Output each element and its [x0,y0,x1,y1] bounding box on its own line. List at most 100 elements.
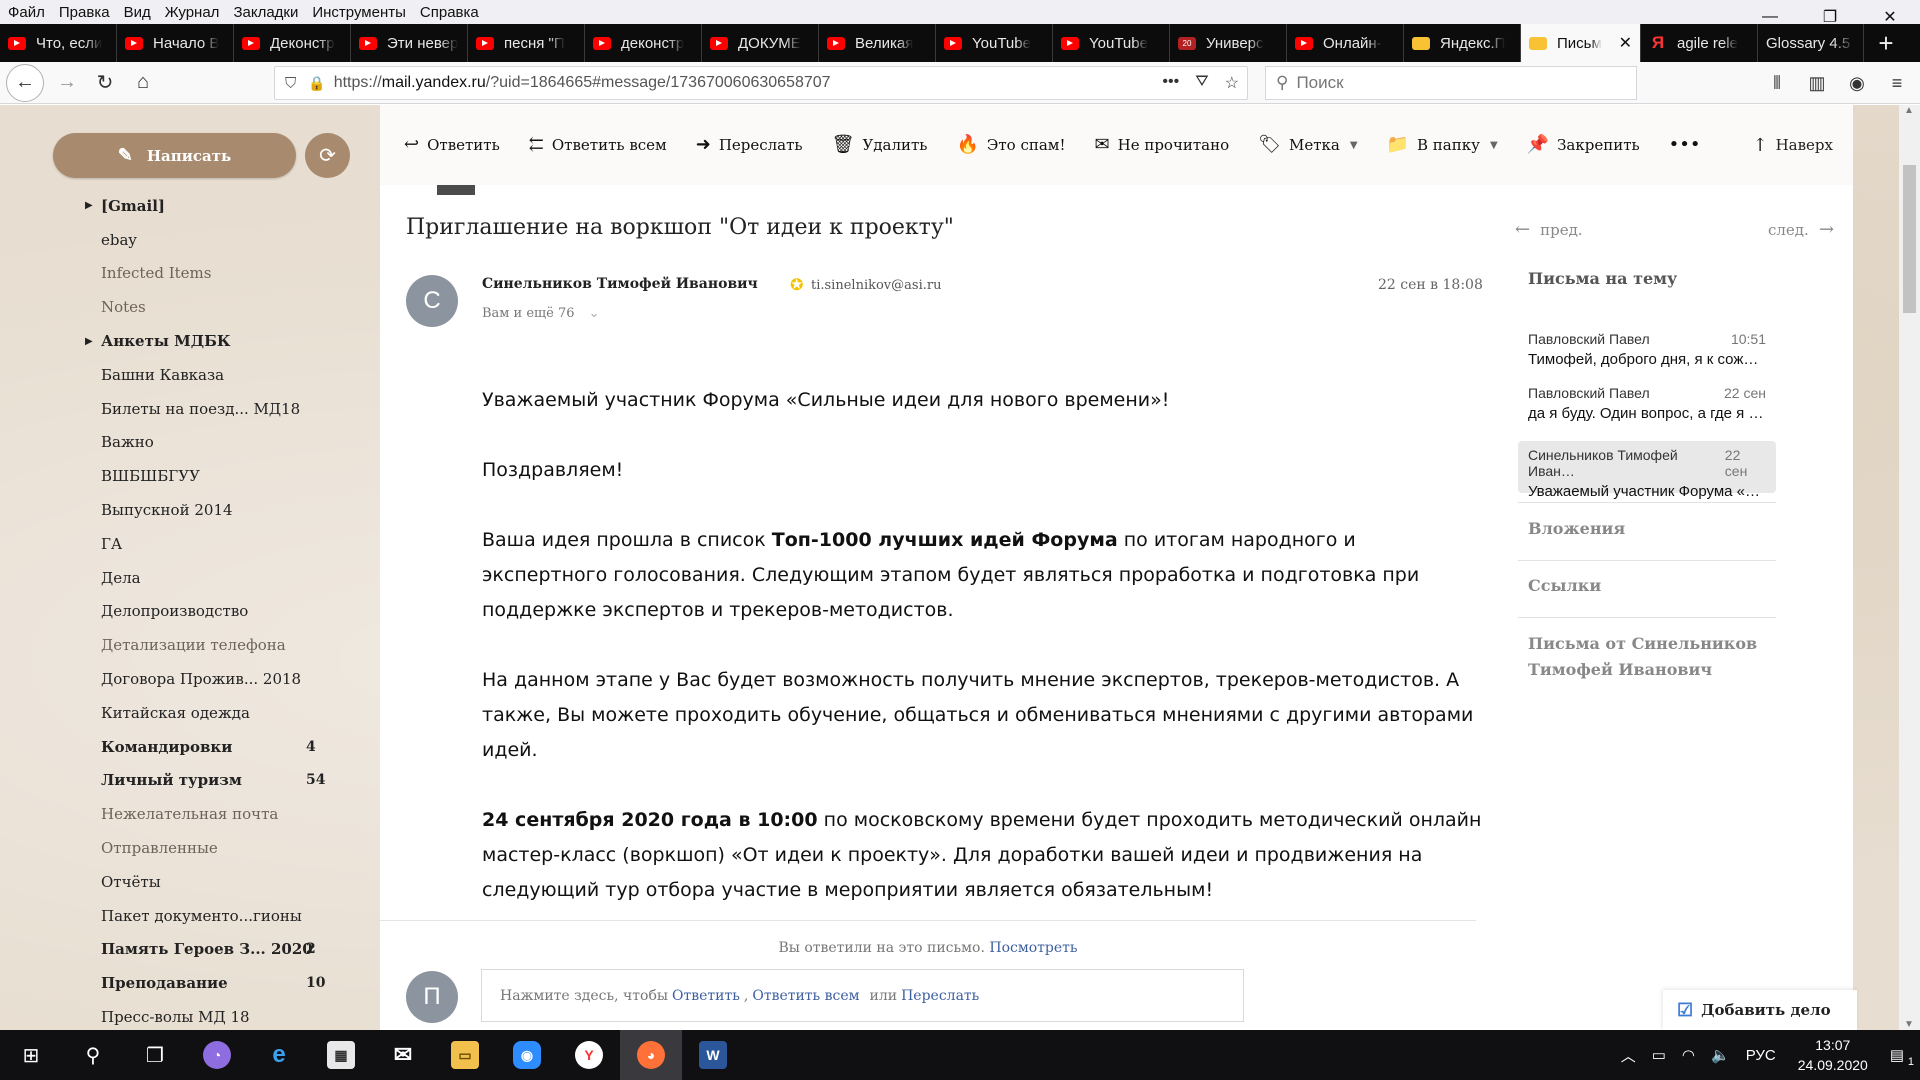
reply-all-link[interactable]: Ответить всем [752,988,859,1004]
folder-item[interactable]: Отправленные [0,831,380,865]
sidebar-icon[interactable]: ▥ [1800,66,1834,100]
folder-item[interactable]: Командировки 4 [0,730,380,764]
folder-item[interactable]: Пакет документо...гионы [0,899,380,933]
thread-item[interactable]: Павловский Павел 10:51 Тимофей, доброго дн… [1518,325,1776,377]
folder-item[interactable]: Делопроизводство [0,595,380,629]
folder-item[interactable]: Договора Прожив... 2018 [0,662,380,696]
close-tab-icon[interactable]: ✕ [1619,33,1632,53]
chevron-up-icon[interactable]: ︿ [1613,1045,1644,1066]
pocket-icon[interactable]: ⛛ [1195,73,1208,93]
hamburger-menu-icon[interactable]: ≡ [1880,66,1914,100]
thread-item[interactable]: Синельников Тимофей Иван… 22 сен Уважаемый… [1518,441,1776,500]
toolbar-spam-button[interactable]: 🔥 Это спам! [956,136,1065,155]
scroll-top-button[interactable]: ↑ Наверх [1752,135,1833,156]
toolbar-folder-button[interactable]: 📁 В папку ▼ [1387,136,1498,155]
reload-button[interactable]: ↻ [88,66,122,100]
browser-tab[interactable]: Письм ✕ [1521,24,1641,62]
search-icon[interactable]: ⚲ [62,1030,124,1080]
browser-tab[interactable]: Что, если [0,24,117,62]
folder-item[interactable]: ГА [0,527,380,561]
url-bar[interactable]: ⛉ 🔒 https://mail.yandex.ru/?uid=1864665#… [274,66,1248,100]
browser-tab[interactable]: YouTube [1053,24,1170,62]
menu-item[interactable]: Правка [52,4,117,21]
caret-right-icon[interactable]: ▶ [85,336,93,347]
zoom-icon[interactable]: ◉ [496,1030,558,1080]
browser-tab[interactable]: 20 Универс [1170,24,1287,62]
folder-item[interactable]: Личный туризм 54 [0,764,380,798]
folder-item[interactable]: Пресс-волы МД 18 [0,1000,380,1030]
folder-item[interactable]: ▶ [Gmail] [0,189,380,223]
recipients-toggle[interactable]: Вам и ещё 76 ⌄ [482,306,600,321]
explorer-icon[interactable]: ▭ [434,1030,496,1080]
prev-message-link[interactable]: ← пред. [1515,219,1583,240]
browser-tab[interactable]: ДОКУМЕ [702,24,819,62]
browser-tab[interactable]: Glossary 4.5 - [1758,24,1864,62]
folder-item[interactable]: Отчёты [0,865,380,899]
folder-item[interactable]: Важно [0,426,380,460]
menu-item[interactable]: Вид [117,4,158,21]
volume-icon[interactable]: 🔈 [1703,1046,1738,1064]
folder-item[interactable]: ВШБШБГУУ [0,459,380,493]
browser-tab[interactable]: песня "П [468,24,585,62]
new-tab-button[interactable]: + [1864,24,1908,62]
browser-tab[interactable]: Яagile rele [1641,24,1758,62]
mail-icon[interactable]: ✉ [372,1030,434,1080]
menu-item[interactable]: Справка [413,4,486,21]
folder-item[interactable]: Выпускной 2014 [0,493,380,527]
start-icon[interactable]: ⊞ [0,1030,62,1080]
home-button[interactable]: ⌂ [126,66,160,100]
notification-icon[interactable]: ▤ 1 [1882,1046,1920,1068]
word-icon[interactable]: W [682,1030,744,1080]
cortana-icon[interactable]: ◔ [186,1030,248,1080]
toolbar-forward-button[interactable]: ➜ Переслать [696,136,803,155]
toolbar-more-button[interactable]: ••• [1669,136,1701,154]
attachments-section[interactable]: Вложения [1528,516,1778,542]
back-button[interactable]: ← [6,63,44,102]
folder-item[interactable]: Билеты на поезд... МД18 [0,392,380,426]
view-reply-link[interactable]: Посмотреть [989,940,1077,956]
store-icon[interactable]: ▦ [310,1030,372,1080]
folder-item[interactable]: ebay [0,223,380,257]
library-icon[interactable]: ⫴ [1760,66,1794,100]
clock[interactable]: 13:07 24.09.2020 [1784,1035,1882,1075]
browser-tab[interactable]: Великая [819,24,936,62]
toolbar-envelope-button[interactable]: ✉ Не прочитано [1095,136,1230,155]
reply-link[interactable]: Ответить [672,988,740,1004]
browser-tab[interactable]: Начало В [117,24,234,62]
scroll-down-icon[interactable]: ▼ [1904,1019,1914,1030]
sender-name[interactable]: Синельников Тимофей Иванович [482,276,758,292]
sender-avatar[interactable]: С [406,275,458,327]
browser-tab[interactable]: Онлайн- [1287,24,1404,62]
folder-item[interactable]: Память Героев З... 2020 2 [0,933,380,967]
toolbar-trash-button[interactable]: 🗑 Удалить [832,136,928,155]
folder-item[interactable]: Китайская одежда [0,696,380,730]
scroll-up-icon[interactable]: ▲ [1904,105,1914,116]
page-actions-icon[interactable]: ••• [1162,73,1179,93]
menu-item[interactable]: Файл [0,4,52,21]
thread-item[interactable]: Павловский Павел 22 сен да я буду. Один во… [1518,379,1776,431]
add-task-button[interactable]: ☑ Добавить дело [1663,990,1857,1030]
folder-item[interactable]: Детализации телефона [0,628,380,662]
folder-item[interactable]: ▶ Анкеты МДБК [0,324,380,358]
sender-email[interactable]: ti.sinelnikov@asi.ru [811,278,941,293]
browser-tab[interactable]: Деконстр [234,24,351,62]
yandex-browser-icon[interactable]: Y [558,1030,620,1080]
folder-item[interactable]: Башни Кавказа [0,358,380,392]
battery-icon[interactable]: ▭ [1644,1046,1674,1064]
browser-tab[interactable]: YouTube [936,24,1053,62]
folder-item[interactable]: Дела [0,561,380,595]
page-scrollbar[interactable]: ▲ ▼ [1899,105,1920,1030]
browser-tab[interactable]: Эти невер [351,24,468,62]
forward-button[interactable]: → [50,66,84,100]
forward-link[interactable]: Переслать [901,988,979,1004]
toolbar-pin-button[interactable]: 📌 Закрепить [1527,136,1640,155]
browser-tab[interactable]: Яндекс.П [1404,24,1521,62]
edge-icon[interactable]: e [248,1030,310,1080]
task-view-icon[interactable]: ❐ [124,1030,186,1080]
toolbar-reply-all-button[interactable]: ⇇ Ответить всем [529,136,667,155]
language-indicator[interactable]: РУС [1738,1047,1784,1064]
refresh-mail-button[interactable]: ⟳ [305,133,350,178]
caret-right-icon[interactable]: ▶ [85,200,93,211]
next-message-link[interactable]: след. → [1768,219,1834,240]
toolbar-tag-button[interactable]: 🏷 Метка ▼ [1258,136,1357,155]
